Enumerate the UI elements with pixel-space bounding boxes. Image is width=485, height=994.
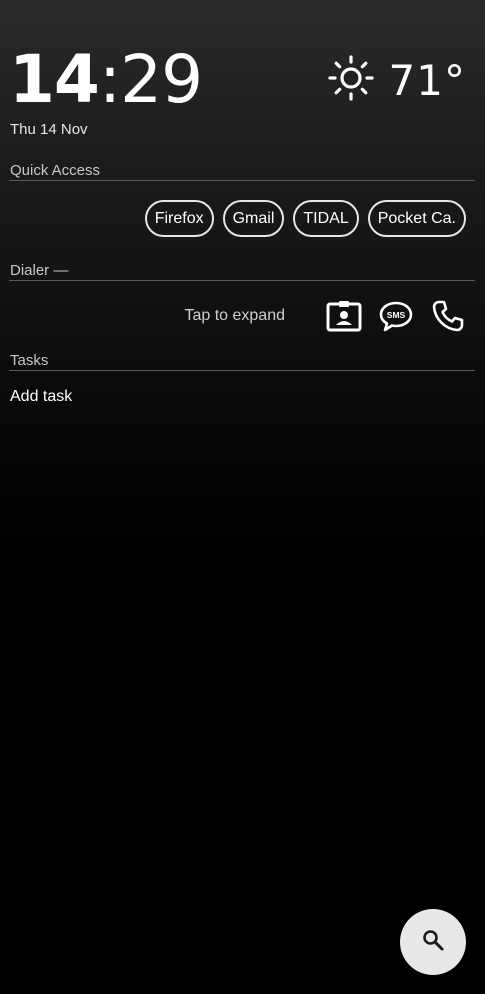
quick-access-apps: Firefox Gmail TIDAL Pocket Ca. [144,200,466,237]
clock-separator: : [98,41,121,118]
search-icon [421,928,445,957]
app-chip-firefox[interactable]: Firefox [144,200,214,237]
tasks-divider [9,370,475,371]
tap-to-expand[interactable]: Tap to expand [184,307,285,325]
phone-icon[interactable] [429,297,467,335]
add-task-button[interactable]: Add task [10,388,72,406]
contact-card-icon[interactable] [325,297,363,335]
dialer-row: Tap to expand SMS [184,297,467,335]
clock-minutes: 29 [120,41,203,118]
search-button[interactable] [400,909,466,975]
app-chip-tidal[interactable]: TIDAL [293,200,359,237]
clock-hours: 14 [9,41,100,118]
app-chip-gmail[interactable]: Gmail [222,200,285,237]
app-chip-pocket-casts[interactable]: Pocket Ca. [367,200,466,237]
sms-icon[interactable]: SMS [377,297,415,335]
weather-widget[interactable]: 71° [327,54,466,107]
tasks-label: Tasks [10,352,49,369]
quick-access-label: Quick Access [10,162,101,179]
temperature: 71° [388,55,466,105]
sun-icon [327,54,375,107]
date-label[interactable]: Thu 14 Nov [10,121,88,138]
dialer-divider [9,280,475,281]
clock[interactable]: 14:29 [9,41,203,118]
sms-icon-text: SMS [387,310,406,320]
quick-access-divider [9,180,475,181]
dialer-label[interactable]: Dialer — [10,262,68,279]
